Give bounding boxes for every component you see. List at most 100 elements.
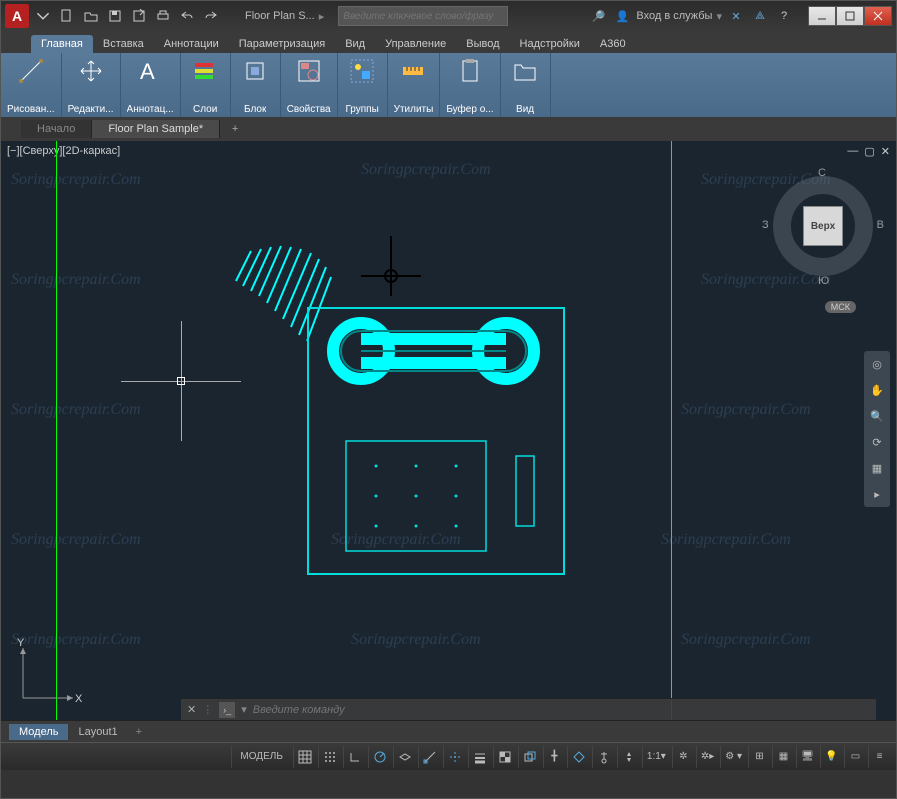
- status-isolate-icon[interactable]: 💡: [820, 746, 842, 768]
- help-icon[interactable]: ?: [774, 6, 794, 26]
- document-tabs: Начало Floor Plan Sample* +: [1, 117, 896, 141]
- status-otrack-icon[interactable]: [443, 746, 466, 768]
- viewport-label[interactable]: [−][Сверху][2D-каркас]: [7, 145, 120, 157]
- cmdline-close-icon[interactable]: ✕: [187, 703, 196, 716]
- ribbon-group-utilities[interactable]: Утилиты: [388, 53, 441, 117]
- status-grid-icon[interactable]: [293, 746, 316, 768]
- user-icon[interactable]: 👤: [612, 6, 632, 26]
- drawing-viewport[interactable]: [−][Сверху][2D-каркас] — ▢ ✕ Soringpcrep…: [1, 141, 896, 720]
- minimize-button[interactable]: [808, 6, 836, 26]
- ribbon-group-annotate[interactable]: AАннотац...: [121, 53, 181, 117]
- cmdline-handle-icon[interactable]: ⋮: [202, 703, 213, 716]
- ribbon-tab-insert[interactable]: Вставка: [93, 35, 154, 53]
- status-ortho-icon[interactable]: [343, 746, 366, 768]
- nav-pan-icon[interactable]: ✋: [868, 381, 886, 399]
- status-polar-icon[interactable]: [368, 746, 391, 768]
- saveas-icon[interactable]: [129, 6, 149, 26]
- viewcube[interactable]: Верх С Ю В З: [768, 171, 878, 281]
- ribbon-group-clipboard[interactable]: Буфер о...: [440, 53, 500, 117]
- status-annoscale-icon[interactable]: [617, 746, 640, 768]
- title-caret-icon[interactable]: ▸: [319, 10, 325, 23]
- status-3dosnap-icon[interactable]: [592, 746, 615, 768]
- status-snapmode-icon[interactable]: [318, 746, 341, 768]
- caret-down-icon[interactable]: [33, 6, 53, 26]
- open-icon[interactable]: [81, 6, 101, 26]
- print-icon[interactable]: [153, 6, 173, 26]
- watermark: Soringpcrepair.Com: [361, 161, 491, 179]
- tab-start[interactable]: Начало: [21, 120, 92, 138]
- status-osnap-icon[interactable]: [418, 746, 441, 768]
- ribbon-group-draw[interactable]: Рисован...: [1, 53, 62, 117]
- save-icon[interactable]: [105, 6, 125, 26]
- status-cleanscreen-icon[interactable]: ▭: [844, 746, 866, 768]
- undo-icon[interactable]: [177, 6, 197, 26]
- ribbon-tab-home[interactable]: Главная: [31, 35, 93, 53]
- a360-icon[interactable]: ⟁: [750, 6, 770, 26]
- status-scale[interactable]: 1:1 ▾: [642, 746, 670, 768]
- binoculars-icon[interactable]: 🔎: [588, 6, 608, 26]
- status-customize-icon[interactable]: ≡: [868, 746, 890, 768]
- command-input[interactable]: [253, 704, 870, 716]
- status-dynamic-input-icon[interactable]: ╋: [543, 746, 565, 768]
- ribbon-tab-annotate[interactable]: Аннотации: [154, 35, 229, 53]
- status-transparency-icon[interactable]: [493, 746, 516, 768]
- maximize-button[interactable]: [836, 6, 864, 26]
- window-title: Floor Plan S...: [245, 10, 315, 22]
- vp-close-icon[interactable]: ✕: [881, 145, 890, 158]
- ribbon-tab-addins[interactable]: Надстройки: [510, 35, 590, 53]
- viewcube-top-face[interactable]: Верх: [803, 206, 843, 246]
- nav-orbit-icon[interactable]: ⟳: [868, 433, 886, 451]
- ribbon-group-view[interactable]: Вид: [501, 53, 551, 117]
- close-button[interactable]: [864, 6, 892, 26]
- status-hardware-icon[interactable]: 🖥: [796, 746, 818, 768]
- ribbon-tab-view[interactable]: Вид: [335, 35, 375, 53]
- nav-showmotion-icon[interactable]: ▦: [868, 459, 886, 477]
- layout-tab-layout1[interactable]: Layout1: [68, 724, 127, 740]
- status-units-icon[interactable]: ⊞: [748, 746, 770, 768]
- exchange-icon[interactable]: ✕: [726, 6, 746, 26]
- status-gear-icon[interactable]: ✲: [672, 746, 694, 768]
- ribbon-group-block[interactable]: Блок: [231, 53, 281, 117]
- ribbon-tab-manage[interactable]: Управление: [375, 35, 456, 53]
- nav-expand-icon[interactable]: ▸: [868, 485, 886, 503]
- move-icon: [75, 55, 107, 87]
- ribbon-tab-parametric[interactable]: Параметризация: [229, 35, 335, 53]
- vp-maximize-icon[interactable]: ▢: [864, 145, 874, 158]
- layout-tab-model[interactable]: Модель: [9, 724, 68, 740]
- ribbon-tab-output[interactable]: Вывод: [456, 35, 509, 53]
- app-menu-button[interactable]: A: [5, 4, 29, 28]
- redo-icon[interactable]: [201, 6, 221, 26]
- ribbon-group-layers[interactable]: Слои: [181, 53, 231, 117]
- svg-text:Y: Y: [17, 638, 25, 649]
- signin-link[interactable]: Вход в службы: [636, 10, 712, 22]
- status-lineweight-icon[interactable]: [468, 746, 491, 768]
- status-quickprops-icon[interactable]: ▦: [772, 746, 794, 768]
- viewcube-west[interactable]: З: [762, 219, 769, 231]
- status-model-button[interactable]: МОДЕЛЬ: [231, 746, 290, 768]
- nav-wheel-icon[interactable]: ◎: [868, 355, 886, 373]
- viewcube-east[interactable]: В: [877, 219, 884, 231]
- viewcube-south[interactable]: Ю: [818, 275, 829, 287]
- status-isodraft-icon[interactable]: [393, 746, 416, 768]
- status-cycling-icon[interactable]: [518, 746, 541, 768]
- status-qprops-icon[interactable]: [567, 746, 590, 768]
- signin-caret-icon[interactable]: ▾: [716, 10, 722, 23]
- ribbon-group-properties[interactable]: Свойства: [281, 53, 338, 117]
- viewcube-north[interactable]: С: [818, 167, 826, 179]
- status-workspace-icon[interactable]: ⚙ ▾: [720, 746, 746, 768]
- ribbon-group-groups[interactable]: Группы: [338, 53, 388, 117]
- search-input[interactable]: [338, 6, 508, 26]
- new-icon[interactable]: [57, 6, 77, 26]
- status-annomonitor-icon[interactable]: ✲▸: [696, 746, 718, 768]
- tab-add-button[interactable]: +: [224, 118, 246, 140]
- layout-tab-add[interactable]: +: [128, 724, 150, 740]
- ucs-badge[interactable]: МСК: [825, 301, 856, 313]
- cmdline-caret-icon[interactable]: ▾: [241, 703, 247, 716]
- ribbon-tab-a360[interactable]: A360: [590, 35, 636, 53]
- ribbon-group-modify[interactable]: Редакти...: [62, 53, 121, 117]
- command-line[interactable]: ✕ ⋮ ›_ ▾: [181, 698, 876, 720]
- construction-line: [671, 141, 672, 720]
- vp-minimize-icon[interactable]: —: [847, 145, 858, 158]
- tab-floorplan[interactable]: Floor Plan Sample*: [92, 120, 220, 138]
- nav-zoom-icon[interactable]: 🔍: [868, 407, 886, 425]
